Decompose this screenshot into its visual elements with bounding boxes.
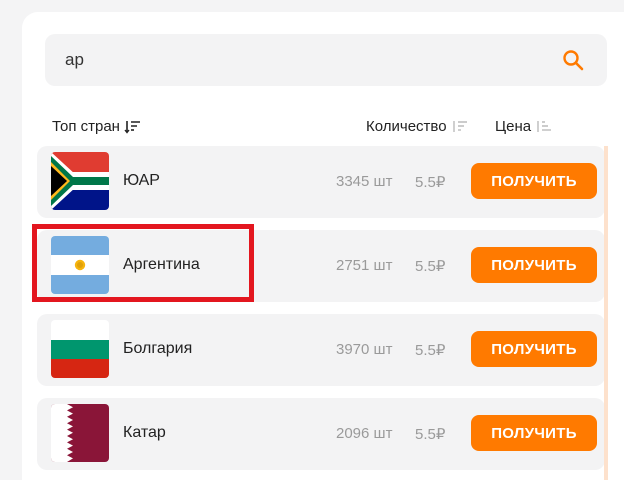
country-name: ЮАР — [123, 172, 160, 189]
country-price: 5.5₽ — [415, 426, 446, 443]
country-price: 5.5₽ — [415, 342, 446, 359]
available-count: 3970 шт — [336, 341, 393, 358]
sort-inactive-icon — [452, 120, 467, 132]
qatar-flag-icon — [51, 404, 109, 462]
country-price: 5.5₽ — [415, 174, 446, 191]
search-icon[interactable] — [561, 48, 585, 72]
available-count: 3345 шт — [336, 173, 393, 190]
list-item[interactable]: Катар 2096 шт 5.5₽ ПОЛУЧИТЬ — [37, 398, 605, 470]
get-button[interactable]: ПОЛУЧИТЬ — [471, 163, 597, 199]
bulgaria-flag-icon — [51, 320, 109, 378]
search-box[interactable] — [45, 34, 607, 86]
get-button[interactable]: ПОЛУЧИТЬ — [471, 331, 597, 367]
list-item[interactable]: Болгария 3970 шт 5.5₽ ПОЛУЧИТЬ — [37, 314, 605, 386]
country-name: Болгария — [123, 340, 193, 357]
sort-inactive-icon — [537, 120, 552, 132]
sort-desc-icon — [124, 120, 140, 134]
quantity-label: Количество — [366, 118, 447, 135]
price-label: Цена — [495, 118, 532, 135]
available-count: 2751 шт — [336, 257, 393, 274]
sort-quantity[interactable]: Количество — [366, 118, 469, 135]
sort-top-countries[interactable]: Топ стран — [52, 118, 142, 135]
list-item[interactable]: ЮАР 3345 шт 5.5₽ ПОЛУЧИТЬ — [37, 146, 605, 218]
table-header: Топ стран Количество Цена — [52, 116, 624, 140]
south-africa-flag-icon — [51, 152, 109, 210]
sort-price[interactable]: Цена — [495, 118, 553, 135]
country-price: 5.5₽ — [415, 258, 446, 275]
get-button[interactable]: ПОЛУЧИТЬ — [471, 415, 597, 451]
list-item[interactable]: Аргентина 2751 шт 5.5₽ ПОЛУЧИТЬ — [37, 230, 605, 302]
get-button[interactable]: ПОЛУЧИТЬ — [471, 247, 597, 283]
search-input[interactable] — [65, 48, 545, 72]
country-name: Катар — [123, 424, 166, 441]
available-count: 2096 шт — [336, 425, 393, 442]
country-list-panel: Топ стран Количество Цена — [22, 12, 624, 480]
argentina-flag-icon — [51, 236, 109, 294]
country-name: Аргентина — [123, 256, 200, 273]
scrollbar[interactable] — [604, 146, 608, 480]
top-countries-label: Топ стран — [52, 118, 120, 135]
